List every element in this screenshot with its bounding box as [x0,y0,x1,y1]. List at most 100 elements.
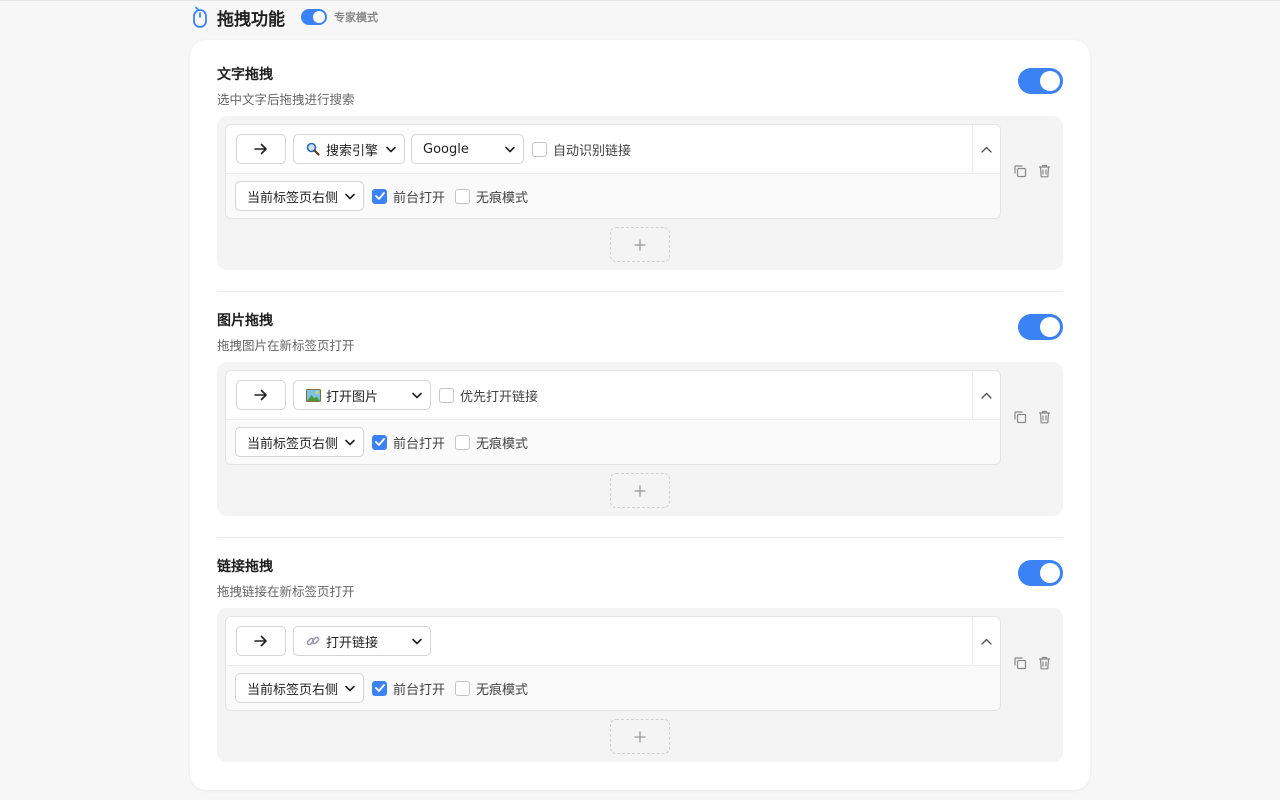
checkbox-box [439,387,454,403]
action-select-value: 打开图片 [326,389,379,405]
action-select-value: 搜索引擎 [326,143,379,159]
open-position-select[interactable]: 当前标签页右侧 [235,427,364,457]
direction-button[interactable] [236,626,286,656]
action-select[interactable]: 打开链接 [293,626,431,656]
incognito-checkbox[interactable]: 无痕模式 [455,679,528,698]
search-engine-select[interactable]: Google [411,134,524,164]
section-description: 选中文字后拖拽进行搜索 [217,92,355,107]
checkbox-box [532,141,547,157]
action-select[interactable]: 搜索引擎 [293,134,405,164]
checkbox-label: 无痕模式 [476,436,529,452]
direction-button[interactable] [236,380,286,410]
add-rule-button[interactable] [610,227,670,262]
incognito-checkbox[interactable]: 无痕模式 [455,433,528,452]
rule-main-row: 打开图片 优先打开链接 [226,371,972,419]
foreground-checkbox[interactable]: 前台打开 [372,433,445,452]
checkbox-label: 前台打开 [393,682,446,698]
picture-icon [305,388,321,402]
checkbox-box [455,434,471,450]
section-divider [217,537,1063,538]
rule-main-row: 打开链接 [226,617,972,665]
link-icon [305,634,321,648]
top-border [0,0,1280,1]
chevron-down-icon [345,685,355,692]
checkbox-box [372,434,387,450]
rule-list: 打开图片 优先打开链接 当前标签页右侧 前台打开 无痕模式 [217,362,1063,516]
rule-options-row: 当前标签页右侧 前台打开 无痕模式 [226,419,1000,464]
plus-icon [634,485,646,496]
chevron-up-icon [981,638,992,645]
chevron-up-icon [981,392,992,399]
checkbox-box [455,188,471,204]
incognito-checkbox[interactable]: 无痕模式 [455,187,528,206]
arrow-right-icon [254,143,267,155]
rule-list: 搜索引擎 Google 自动识别链接 当前标签页右侧 前台打开 无痕模式 [217,116,1063,270]
checkbox-box [372,680,387,696]
check-icon [374,192,385,200]
section-divider [217,291,1063,292]
direction-button[interactable] [236,134,286,164]
section-title: 图片拖拽 [217,313,273,329]
copy-icon[interactable] [1013,655,1027,671]
checkbox-label: 前台打开 [393,436,446,452]
chevron-down-icon [412,392,422,399]
checkbox-label: 自动识别链接 [553,143,632,159]
auto-detect-link-checkbox[interactable]: 自动识别链接 [532,140,631,159]
magnifier-icon [305,142,321,156]
text-drag-toggle[interactable] [1018,68,1063,94]
plus-icon [634,731,646,742]
section-title: 链接拖拽 [217,559,273,575]
open-position-value: 当前标签页右侧 [247,682,339,698]
foreground-checkbox[interactable]: 前台打开 [372,187,445,206]
mouse-icon [193,6,207,28]
copy-icon[interactable] [1013,163,1027,179]
page-header: 拖拽功能 专家模式 [191,5,378,30]
settings-card: 文字拖拽 选中文字后拖拽进行搜索 搜索引擎 Google 自动识别链接 当前标签… [190,40,1090,790]
page-title: 拖拽功能 [217,9,285,30]
checkbox-label: 优先打开链接 [460,389,539,405]
rule-actions [1013,655,1051,671]
drag-rule: 搜索引擎 Google 自动识别链接 当前标签页右侧 前台打开 无痕模式 [225,124,1001,219]
link-drag-toggle[interactable] [1018,560,1063,586]
drag-rule: 打开链接 当前标签页右侧 前台打开 无痕模式 [225,616,1001,711]
section-description: 拖拽链接在新标签页打开 [217,584,355,599]
prefer-link-checkbox[interactable]: 优先打开链接 [439,386,538,405]
chevron-down-icon [505,146,515,153]
copy-icon[interactable] [1013,409,1027,425]
foreground-checkbox[interactable]: 前台打开 [372,679,445,698]
checkbox-box [372,188,387,204]
rule-actions [1013,409,1051,425]
rule-options-row: 当前标签页右侧 前台打开 无痕模式 [226,173,1000,218]
arrow-right-icon [254,635,267,647]
search-engine-value: Google [423,141,469,157]
trash-icon[interactable] [1037,163,1051,179]
plus-icon [634,239,646,250]
rule-list: 打开链接 当前标签页右侧 前台打开 无痕模式 [217,608,1063,762]
check-icon [374,684,385,692]
collapse-button[interactable] [972,371,1000,419]
chevron-down-icon [386,146,396,153]
rule-actions [1013,163,1051,179]
section-title: 文字拖拽 [217,67,273,83]
action-select-value: 打开链接 [326,635,379,651]
chevron-down-icon [412,638,422,645]
trash-icon[interactable] [1037,655,1051,671]
drag-rule: 打开图片 优先打开链接 当前标签页右侧 前台打开 无痕模式 [225,370,1001,465]
action-select[interactable]: 打开图片 [293,380,431,410]
trash-icon[interactable] [1037,409,1051,425]
rule-options-row: 当前标签页右侧 前台打开 无痕模式 [226,665,1000,710]
add-rule-button[interactable] [610,473,670,508]
image-drag-toggle[interactable] [1018,314,1063,340]
checkbox-label: 前台打开 [393,190,446,206]
add-rule-button[interactable] [610,719,670,754]
rule-main-row: 搜索引擎 Google 自动识别链接 [226,125,972,173]
open-position-value: 当前标签页右侧 [247,436,339,452]
open-position-select[interactable]: 当前标签页右侧 [235,181,364,211]
chevron-down-icon [345,193,355,200]
chevron-up-icon [981,146,992,153]
checkbox-label: 无痕模式 [476,682,529,698]
expert-mode-toggle[interactable] [301,9,327,25]
open-position-select[interactable]: 当前标签页右侧 [235,673,364,703]
collapse-button[interactable] [972,617,1000,665]
collapse-button[interactable] [972,125,1000,173]
